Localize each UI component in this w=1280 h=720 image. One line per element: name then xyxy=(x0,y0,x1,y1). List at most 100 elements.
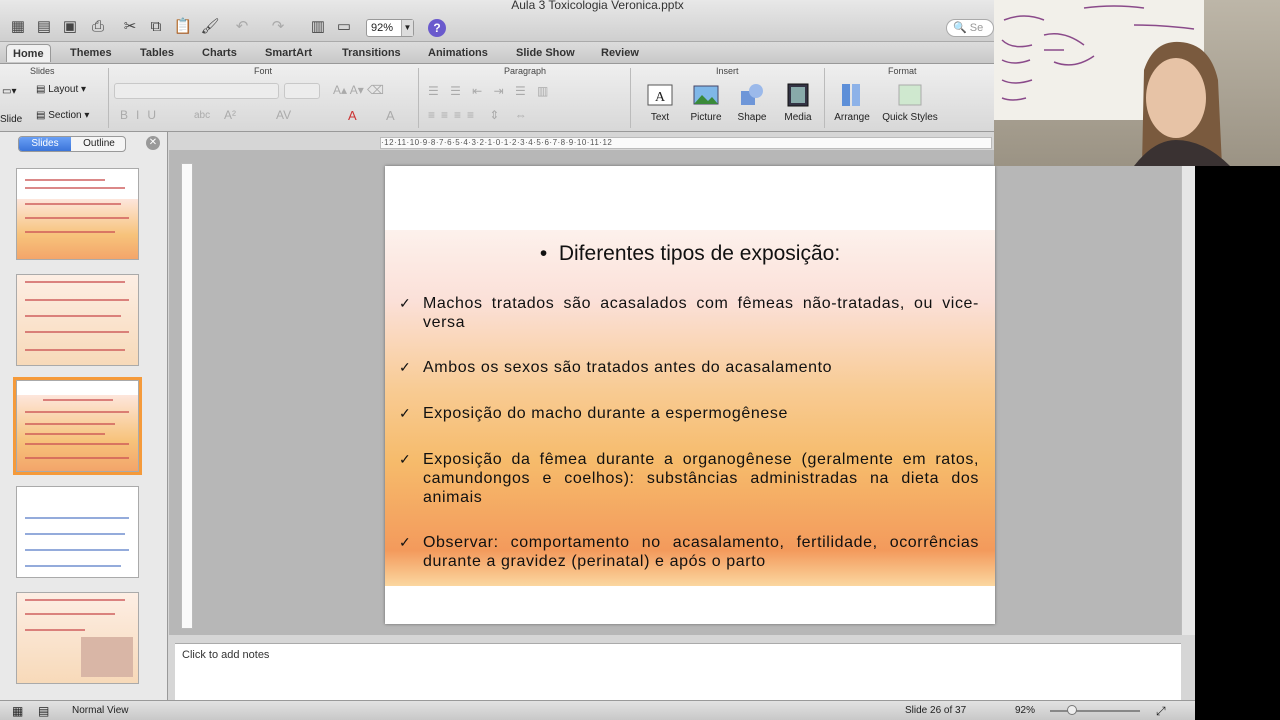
search-icon: 🔍 xyxy=(953,22,967,34)
slide-thumbnail[interactable] xyxy=(16,592,139,684)
group-label-slides: Slides xyxy=(30,66,55,76)
help-icon[interactable]: ? xyxy=(428,19,446,37)
thumbnail-text xyxy=(25,549,129,551)
tab-animations[interactable]: Animations xyxy=(428,44,488,62)
thumbnail-text xyxy=(25,315,121,317)
shape-icon xyxy=(741,84,763,105)
slide-thumbnail-selected[interactable] xyxy=(13,377,142,475)
tab-transitions[interactable]: Transitions xyxy=(342,44,401,62)
layout-button[interactable]: ▤ Layout ▾ xyxy=(36,84,86,95)
tab-home[interactable]: Home xyxy=(6,44,51,62)
thumbnail-text xyxy=(25,599,125,601)
paste-icon[interactable]: 📋 xyxy=(173,17,193,37)
vertical-ruler xyxy=(181,163,193,629)
vertical-scrollbar[interactable] xyxy=(1181,150,1195,635)
zoom-value: 92% xyxy=(371,22,394,34)
chevron-down-icon: ▼ xyxy=(401,20,413,36)
new-slide-label[interactable]: Slide xyxy=(0,114,22,125)
show-formatting-icon[interactable]: ▥ xyxy=(308,17,328,37)
tab-review[interactable]: Review xyxy=(601,44,639,62)
zoom-slider[interactable] xyxy=(1050,710,1140,712)
zoom-slider-handle[interactable] xyxy=(1067,705,1077,715)
outline-toggle[interactable]: Outline xyxy=(72,137,125,151)
font-size-buttons[interactable]: A▴ A▾ ⌫ xyxy=(333,83,384,97)
slide-bullet[interactable]: ✓ Observar: comportamento no acasalamento… xyxy=(399,533,979,571)
tab-slide-show[interactable]: Slide Show xyxy=(516,44,575,62)
copy-icon[interactable]: ⧉ xyxy=(146,17,166,37)
undo-icon[interactable]: ↶ xyxy=(232,17,252,37)
tab-charts[interactable]: Charts xyxy=(202,44,237,62)
text-box-icon: A xyxy=(647,84,673,106)
view-toggle: Slides Outline xyxy=(18,136,126,152)
slideshow-icon[interactable]: ▭ xyxy=(334,17,354,37)
font-color-icon[interactable]: A xyxy=(348,108,357,123)
cut-icon[interactable]: ✂ xyxy=(120,17,140,37)
thumbnail-image xyxy=(81,637,133,677)
insert-text-button[interactable]: A Text xyxy=(638,82,682,123)
strikethrough-icon[interactable]: abc xyxy=(194,110,210,121)
slide-thumbnail[interactable] xyxy=(16,274,139,366)
divider xyxy=(630,68,631,128)
slide-bullet[interactable]: ✓ Machos tratados são acasalados com fême… xyxy=(399,294,979,332)
insert-picture-button[interactable]: Picture xyxy=(684,82,728,123)
superscript-icon[interactable]: A² xyxy=(224,108,236,122)
svg-text:A: A xyxy=(655,90,666,105)
layout-icon: ▤ xyxy=(36,84,46,95)
save-icon[interactable]: ▣ xyxy=(60,17,80,37)
slide-thumbnail[interactable] xyxy=(16,486,139,578)
check-icon: ✓ xyxy=(399,534,412,550)
media-icon xyxy=(787,83,809,107)
tab-smartart[interactable]: SmartArt xyxy=(265,44,312,62)
notes-pane[interactable]: Click to add notes xyxy=(175,643,1181,700)
slide-position: Slide 26 of 37 xyxy=(905,705,967,716)
tab-tables[interactable]: Tables xyxy=(140,44,174,62)
bullet-text: Exposição da fêmea durante a organogênes… xyxy=(423,451,979,506)
character-spacing-icon[interactable]: AV xyxy=(276,108,291,122)
slide-title[interactable]: • Diferentes tipos de exposição: xyxy=(385,242,995,266)
font-family-select[interactable] xyxy=(114,83,279,99)
section-button[interactable]: ▤ Section ▾ xyxy=(36,110,89,121)
slide-bullet[interactable]: ✓ Exposição da fêmea durante a organogêne… xyxy=(399,450,979,507)
fit-window-icon[interactable]: ⤢ xyxy=(1156,701,1166,720)
slide-bullet[interactable]: ✓ Exposição do macho durante a espermogên… xyxy=(399,404,979,423)
insert-picture-label: Picture xyxy=(690,112,722,123)
divider xyxy=(418,68,419,128)
tab-themes[interactable]: Themes xyxy=(70,44,112,62)
slide-thumbnail[interactable] xyxy=(16,168,139,260)
zoom-select[interactable]: 92% ▼ xyxy=(366,19,414,37)
thumbnail-text xyxy=(25,217,129,219)
gallery-icon[interactable]: ▦ xyxy=(8,17,28,37)
normal-view-icon[interactable]: ▦ xyxy=(12,701,23,720)
slide-bullet[interactable]: ✓ Ambos os sexos são tratados antes do ac… xyxy=(399,358,979,377)
align-buttons[interactable]: ≡≡≡≡ ⇕ ⇔ xyxy=(428,108,533,122)
thumbnail-text xyxy=(25,613,115,615)
thumbnail-background xyxy=(17,275,138,365)
templates-icon[interactable]: ▤ xyxy=(34,17,54,37)
font-style-buttons[interactable]: BIU xyxy=(120,108,164,122)
check-icon: ✓ xyxy=(399,359,412,375)
format-painter-icon[interactable]: 🖌 xyxy=(200,17,220,37)
close-icon[interactable]: ✕ xyxy=(146,136,160,150)
slide[interactable]: • Diferentes tipos de exposição: ✓ Machos… xyxy=(385,166,995,624)
insert-text-label: Text xyxy=(650,112,670,123)
print-icon[interactable]: ⎙ xyxy=(88,17,108,37)
search-field[interactable]: 🔍 Se xyxy=(946,19,994,37)
highlight-icon[interactable]: A xyxy=(386,108,395,123)
slides-toggle[interactable]: Slides xyxy=(19,137,71,151)
thumbnail-text xyxy=(25,179,105,181)
group-label-paragraph: Paragraph xyxy=(504,66,547,76)
list-buttons[interactable]: ☰ ☰ ⇤ ⇥ ☰ ▥ xyxy=(428,84,552,98)
slide-sorter-icon[interactable]: ▤ xyxy=(38,701,49,720)
notes-placeholder: Click to add notes xyxy=(182,649,270,661)
bullet-text: Exposição do macho durante a espermogêne… xyxy=(423,405,788,422)
font-size-select[interactable] xyxy=(284,83,320,99)
new-slide-icon[interactable]: ▭▾ xyxy=(2,86,16,97)
insert-media-button[interactable]: Media xyxy=(776,82,820,123)
redo-icon[interactable]: ↷ xyxy=(268,17,288,37)
quick-styles-button[interactable]: Quick Styles xyxy=(880,82,940,123)
thumbnail-text xyxy=(25,281,125,283)
arrange-button[interactable]: Arrange xyxy=(830,82,874,123)
insert-shape-button[interactable]: Shape xyxy=(730,82,774,123)
picture-icon xyxy=(693,85,719,105)
view-label: Normal View xyxy=(72,705,129,716)
